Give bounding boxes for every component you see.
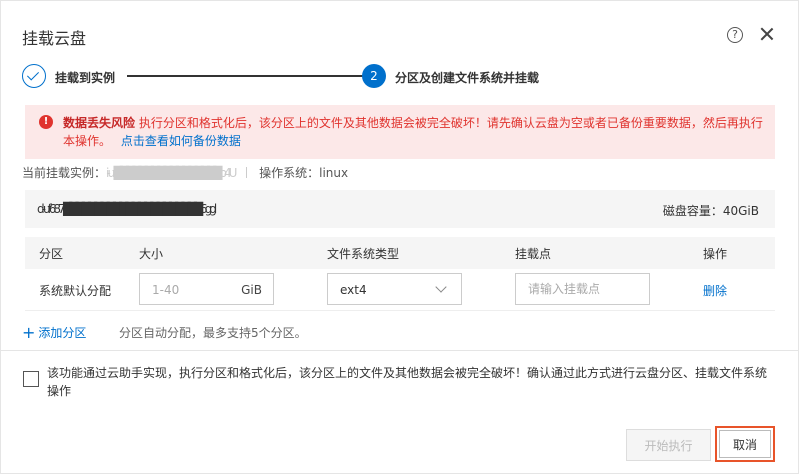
confirm-text: 该功能通过云助手实现，执行分区和格式化后，该分区上的文件及其他数据会被完全破坏！…: [47, 366, 768, 398]
step-indicator: 挂载到实例 2 分区及创建文件系统并挂载: [22, 63, 782, 89]
instance-id: i-uf█████████████████b4U: [106, 166, 237, 180]
dialog-title: 挂载云盘: [22, 29, 87, 48]
check-circle-icon: [22, 64, 46, 88]
step-2-number: 2: [362, 64, 386, 88]
disk-info-row: d-uf687i██████████████████████6ggl 磁盘容量：…: [25, 190, 775, 228]
add-partition-label: 添加分区: [38, 326, 87, 340]
step-2-label: 分区及创建文件系统并挂载: [395, 71, 540, 85]
data-loss-alert: ! 数据丢失风险 执行分区和格式化后，该分区上的文件及其他数据会被完全破坏！请先…: [25, 105, 775, 159]
header-size: 大小: [139, 247, 164, 261]
instance-label: 当前挂载实例：: [22, 166, 107, 180]
step-connector: [127, 75, 370, 77]
alert-text: 数据丢失风险 执行分区和格式化后，该分区上的文件及其他数据会被完全破坏！请先确认…: [63, 114, 763, 150]
fs-type-select[interactable]: ext4: [327, 273, 462, 305]
mount-point-input[interactable]: [515, 273, 650, 305]
header-action: 操作: [703, 247, 728, 261]
chevron-down-icon: [435, 281, 447, 293]
table-row: 系统默认分配 1-40 GiB ext4 删除: [25, 269, 775, 311]
backup-help-link[interactable]: 点击查看如何备份数据: [121, 134, 241, 148]
delete-partition-link[interactable]: 删除: [703, 282, 727, 299]
size-input[interactable]: 1-40 GiB: [139, 273, 274, 305]
os-value: linux: [319, 166, 349, 180]
exclamation-circle-icon: !: [39, 115, 53, 129]
disk-capacity: 磁盘容量：40GiB: [662, 204, 759, 218]
cancel-highlight: 取消: [715, 426, 775, 462]
help-icon[interactable]: ?: [727, 27, 743, 43]
section-divider: [1, 350, 799, 351]
header-partition: 分区: [39, 247, 64, 261]
disk-id: d-uf687i██████████████████████6ggl: [37, 202, 217, 216]
header-mount-point: 挂载点: [515, 247, 552, 261]
mount-disk-dialog: 挂载云盘 ? 挂载到实例 2 分区及创建文件系统并挂载 ! 数据丢失风险 执行分…: [0, 0, 799, 474]
instance-info: 当前挂载实例：i-uf█████████████████b4U 操作系统：lin…: [22, 164, 348, 181]
size-unit: GiB: [241, 283, 262, 297]
partition-table-header: 分区 大小 文件系统类型 挂载点 操作: [25, 237, 775, 269]
size-placeholder: 1-40: [152, 283, 180, 297]
step-1-label: 挂载到实例: [55, 71, 116, 85]
add-partition-button[interactable]: + 添加分区: [22, 323, 86, 342]
plus-icon: +: [22, 323, 36, 342]
header-fs-type: 文件系统类型: [327, 247, 400, 261]
cancel-button[interactable]: 取消: [719, 430, 771, 458]
divider: [246, 167, 248, 178]
os-label: 操作系统：: [259, 166, 320, 180]
alert-title: 数据丢失风险: [63, 116, 136, 130]
close-icon[interactable]: [758, 25, 776, 43]
confirm-checkbox[interactable]: [23, 371, 39, 387]
fs-type-value: ext4: [340, 283, 367, 297]
partition-name: 系统默认分配: [39, 284, 112, 298]
start-execute-button[interactable]: 开始执行: [626, 429, 711, 461]
add-partition-hint: 分区自动分配，最多支持5个分区。: [119, 326, 307, 340]
